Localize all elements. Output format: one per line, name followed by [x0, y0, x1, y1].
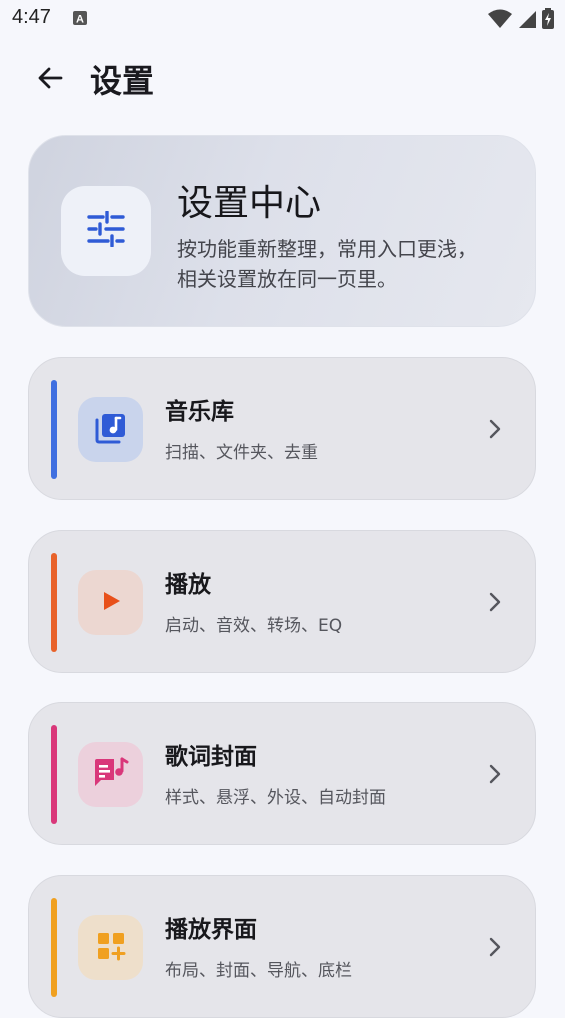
chevron-right-icon — [485, 936, 505, 958]
category-subtitle: 布局、封面、导航、底栏 — [165, 961, 352, 981]
category-card-music-library[interactable]: 音乐库 扫描、文件夹、去重 — [28, 357, 536, 500]
accent-bar — [51, 380, 57, 479]
status-icons — [487, 8, 555, 34]
category-icon-container — [78, 915, 143, 980]
status-time: 4:47 — [12, 6, 51, 28]
wifi-icon — [487, 9, 513, 33]
category-subtitle: 启动、音效、转场、EQ — [165, 616, 343, 636]
arrow-left-icon — [35, 63, 65, 97]
settings-hero-card: 设置中心 按功能重新整理，常用入口更浅，相关设置放在同一页里。 — [28, 135, 536, 327]
hero-description: 按功能重新整理，常用入口更浅，相关设置放在同一页里。 — [177, 237, 477, 291]
accent-bar — [51, 898, 57, 997]
category-icon-container — [78, 397, 143, 462]
font-notification-icon: A — [72, 10, 88, 26]
hero-icon-container — [61, 186, 151, 276]
category-title: 播放 — [165, 572, 211, 598]
layout-add-icon — [96, 931, 126, 965]
status-bar: 4:47 A — [0, 0, 565, 36]
sliders-icon — [86, 210, 126, 251]
chevron-right-icon — [485, 591, 505, 613]
page-title: 设置 — [90, 62, 155, 100]
category-title: 歌词封面 — [165, 744, 257, 770]
play-icon — [99, 589, 123, 617]
category-icon-container — [78, 570, 143, 635]
category-card-player-ui[interactable]: 播放界面 布局、封面、导航、底栏 — [28, 875, 536, 1018]
hero-title: 设置中心 — [177, 183, 322, 224]
cellular-signal-icon — [517, 9, 537, 33]
lyrics-icon — [92, 756, 130, 794]
accent-bar — [51, 725, 57, 824]
category-title: 音乐库 — [165, 399, 234, 425]
accent-bar — [51, 553, 57, 652]
chevron-right-icon — [485, 418, 505, 440]
category-card-lyrics-cover[interactable]: 歌词封面 样式、悬浮、外设、自动封面 — [28, 702, 536, 845]
category-title: 播放界面 — [165, 917, 257, 943]
svg-text:A: A — [76, 14, 84, 26]
back-button[interactable] — [28, 58, 72, 102]
chevron-right-icon — [485, 763, 505, 785]
battery-charging-icon — [541, 8, 555, 34]
category-icon-container — [78, 742, 143, 807]
category-card-playback[interactable]: 播放 启动、音效、转场、EQ — [28, 530, 536, 673]
music-library-icon — [94, 411, 128, 449]
category-subtitle: 扫描、文件夹、去重 — [165, 443, 318, 463]
app-bar: 设置 — [0, 50, 565, 106]
category-subtitle: 样式、悬浮、外设、自动封面 — [165, 788, 386, 808]
